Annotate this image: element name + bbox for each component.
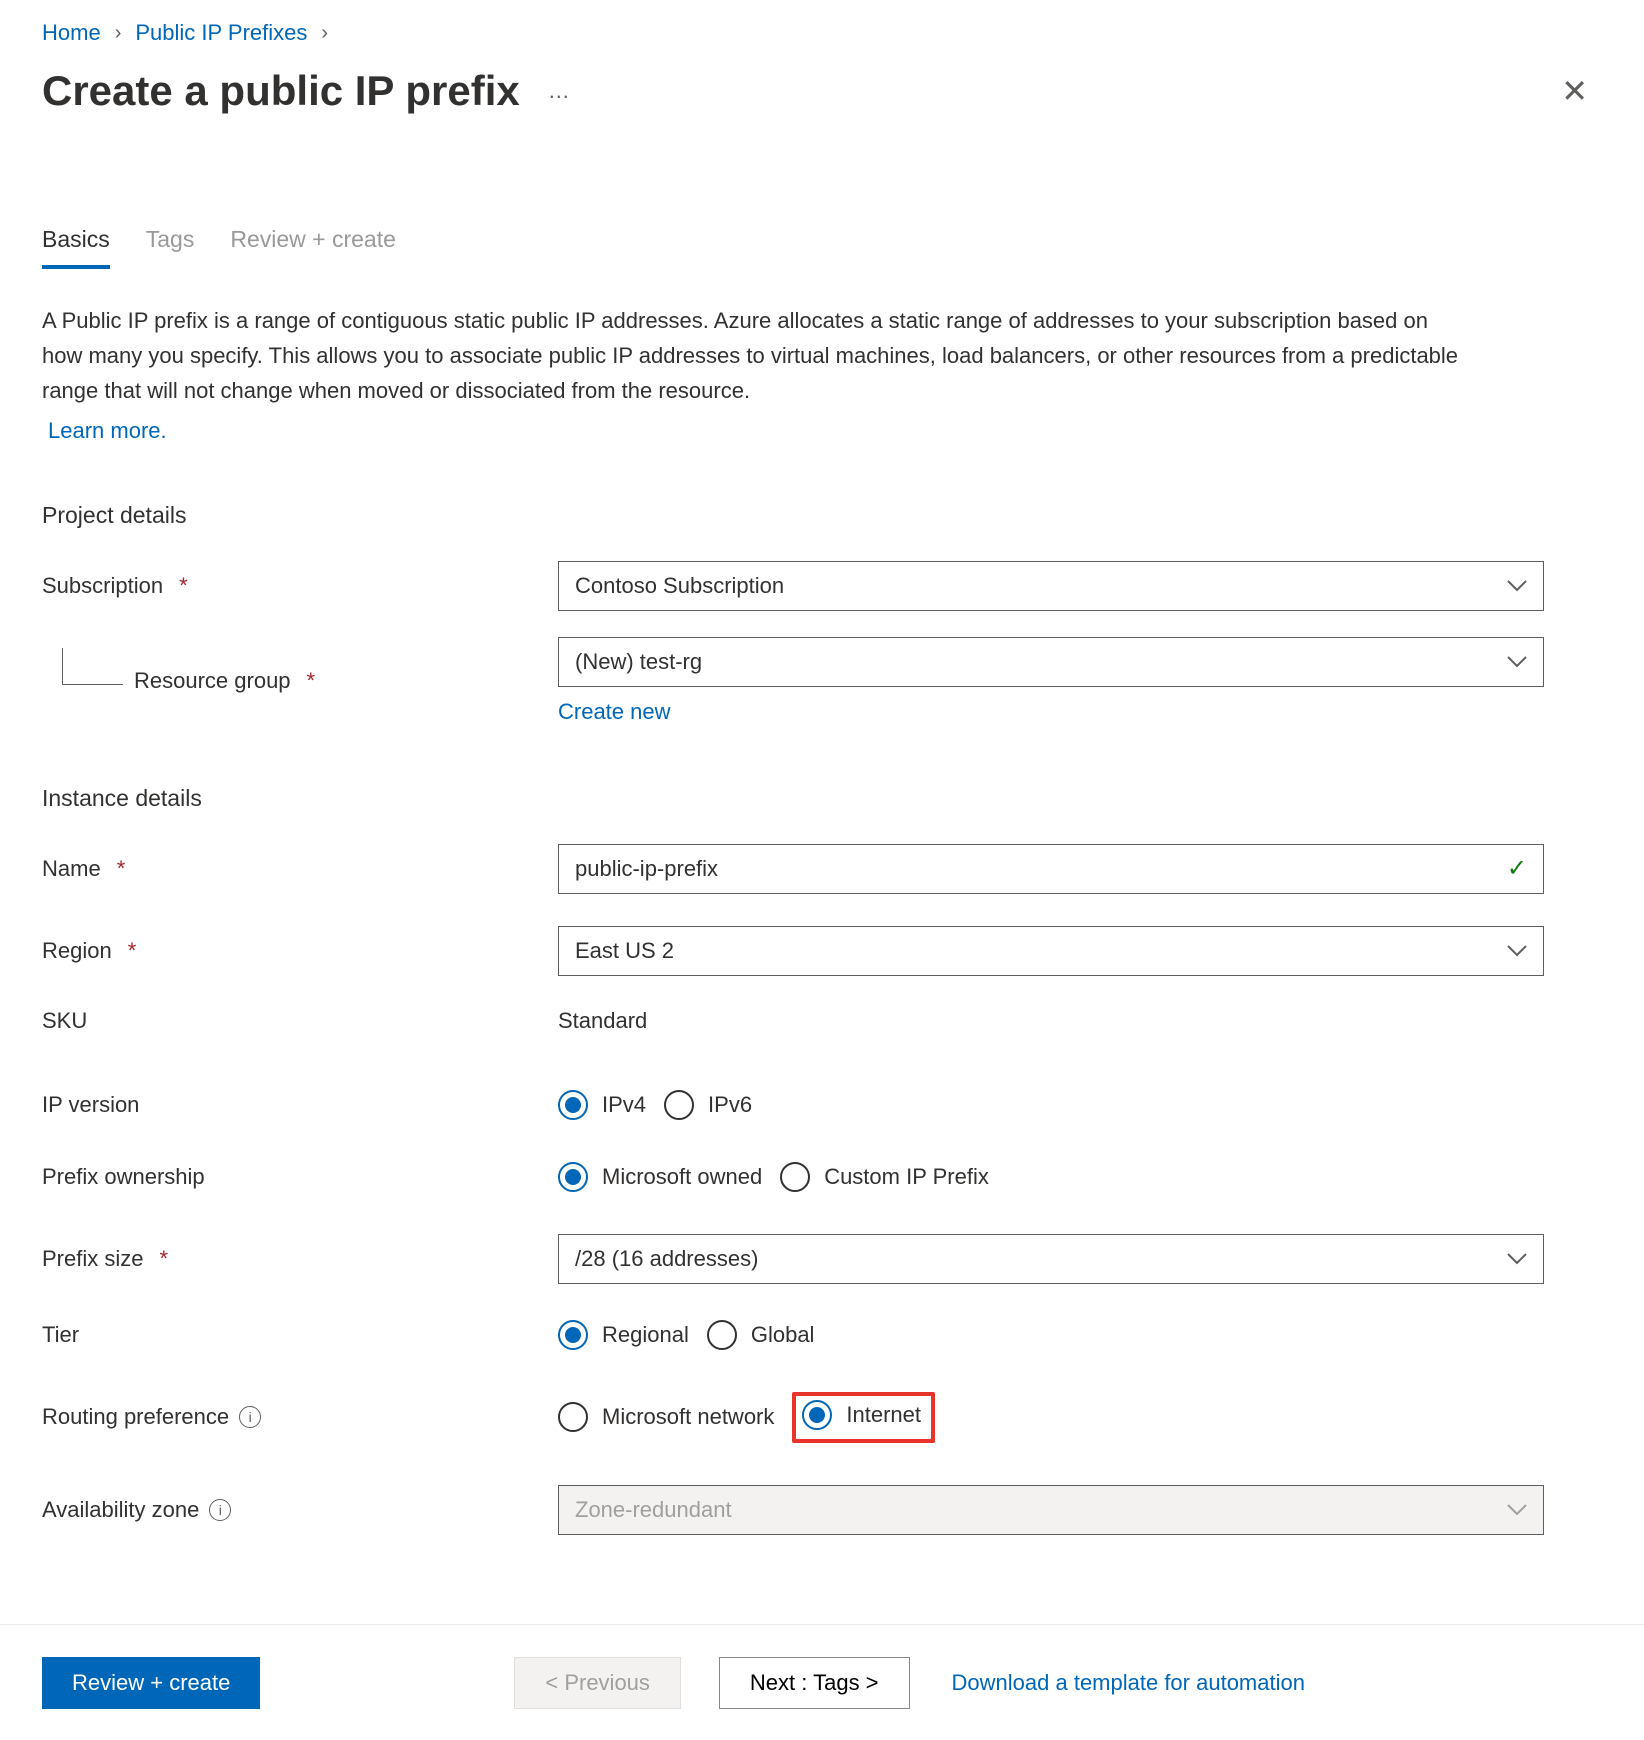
highlighted-routing-option: Internet <box>792 1392 935 1443</box>
description-text: A Public IP prefix is a range of contigu… <box>42 303 1472 448</box>
info-icon[interactable]: i <box>239 1406 261 1428</box>
region-select[interactable]: East US 2 <box>558 926 1544 976</box>
prefix-ownership-label: Prefix ownership <box>42 1164 205 1190</box>
tab-tags[interactable]: Tags <box>146 226 195 269</box>
prefix-ownership-custom-radio[interactable]: Custom IP Prefix <box>780 1162 989 1192</box>
resource-group-label: Resource group <box>134 668 291 694</box>
prefix-size-label: Prefix size <box>42 1246 143 1272</box>
name-label: Name <box>42 856 101 882</box>
routing-pref-microsoft-radio[interactable]: Microsoft network <box>558 1402 774 1432</box>
chevron-down-icon <box>1507 938 1527 964</box>
learn-more-link[interactable]: Learn more. <box>48 413 167 448</box>
sku-label: SKU <box>42 1008 87 1034</box>
routing-preference-label: Routing preference <box>42 1404 229 1430</box>
breadcrumb: Home › Public IP Prefixes › <box>42 22 1602 44</box>
subscription-select[interactable]: Contoso Subscription <box>558 561 1544 611</box>
info-icon[interactable]: i <box>209 1499 231 1521</box>
ip-version-ipv4-radio[interactable]: IPv4 <box>558 1090 646 1120</box>
routing-pref-internet-radio[interactable]: Internet <box>802 1400 921 1430</box>
create-new-link[interactable]: Create new <box>558 699 671 725</box>
next-button[interactable]: Next : Tags > <box>719 1657 910 1709</box>
subscription-label: Subscription <box>42 573 163 599</box>
resource-group-select[interactable]: (New) test-rg <box>558 637 1544 687</box>
tier-label: Tier <box>42 1322 79 1348</box>
section-instance-details: Instance details <box>42 785 1602 812</box>
chevron-down-icon <box>1507 1246 1527 1272</box>
section-project-details: Project details <box>42 502 1602 529</box>
tab-basics[interactable]: Basics <box>42 226 110 269</box>
tier-regional-radio[interactable]: Regional <box>558 1320 689 1350</box>
more-icon[interactable]: … <box>548 78 572 104</box>
sku-value: Standard <box>558 1008 647 1033</box>
footer: Review + create < Previous Next : Tags >… <box>0 1624 1644 1740</box>
breadcrumb-public-ip-prefixes[interactable]: Public IP Prefixes <box>135 22 307 44</box>
tab-review-create[interactable]: Review + create <box>230 226 396 269</box>
prefix-ownership-microsoft-radio[interactable]: Microsoft owned <box>558 1162 762 1192</box>
page-title: Create a public IP prefix <box>42 67 520 115</box>
ip-version-ipv6-radio[interactable]: IPv6 <box>664 1090 752 1120</box>
tier-global-radio[interactable]: Global <box>707 1320 815 1350</box>
chevron-right-icon: › <box>115 23 122 43</box>
close-icon[interactable]: ✕ <box>1547 64 1602 118</box>
ip-version-label: IP version <box>42 1092 139 1118</box>
chevron-down-icon <box>1507 1497 1527 1523</box>
previous-button: < Previous <box>514 1657 681 1709</box>
chevron-right-icon: › <box>321 23 328 43</box>
chevron-down-icon <box>1507 649 1527 675</box>
chevron-down-icon <box>1507 573 1527 599</box>
availability-zone-label: Availability zone <box>42 1497 199 1523</box>
breadcrumb-home[interactable]: Home <box>42 22 101 44</box>
tabs: Basics Tags Review + create <box>42 226 1602 269</box>
name-input[interactable]: public-ip-prefix <box>558 844 1544 894</box>
review-create-button[interactable]: Review + create <box>42 1657 260 1709</box>
download-template-link[interactable]: Download a template for automation <box>952 1670 1305 1696</box>
prefix-size-select[interactable]: /28 (16 addresses) <box>558 1234 1544 1284</box>
region-label: Region <box>42 938 112 964</box>
availability-zone-select: Zone-redundant <box>558 1485 1544 1535</box>
